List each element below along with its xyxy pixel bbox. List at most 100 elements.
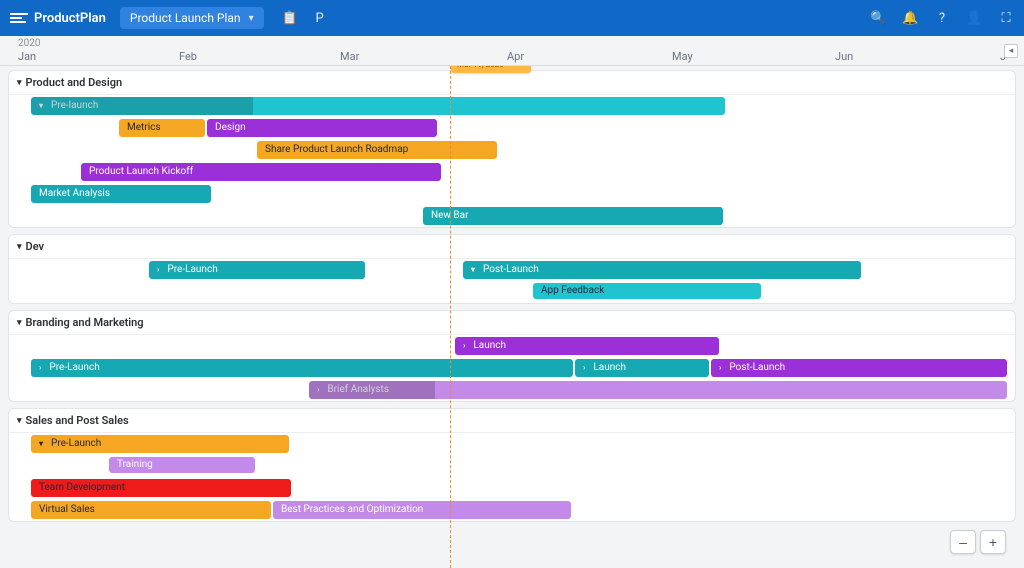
lane-row: Metrics Design xyxy=(9,117,1015,139)
timeline-bar[interactable]: Training xyxy=(109,457,255,473)
month-label: May xyxy=(672,50,693,63)
bar-label: Design xyxy=(215,119,246,137)
chevron-down-icon: ▾ xyxy=(471,261,475,279)
timeline-canvas[interactable]: Heavily mine beta data Mar 19, 2020 ▾Pro… xyxy=(0,66,1024,568)
timeline-bar[interactable]: › Launch xyxy=(575,359,709,377)
month-label: Jun xyxy=(835,50,853,63)
lane-row: › Brief Analysts xyxy=(9,379,1015,401)
chevron-down-icon: ▾ xyxy=(249,13,254,24)
lane-group: ▾ Dev ›Pre-Launch ▾ Post-LaunchApp Feedback xyxy=(8,234,1016,304)
lane-body: ›Launch›Pre-Launch›Launch›Post-Launch›Br… xyxy=(9,335,1015,401)
lane-row: Product Launch Kickoff xyxy=(9,161,1015,183)
chevron-right-icon: › xyxy=(463,337,465,355)
bar-label: Metrics xyxy=(127,119,161,137)
bar-label: Market Analysis xyxy=(39,185,110,203)
clipboard-icon[interactable]: 📋 xyxy=(282,11,298,26)
bar-label: Brief Analysts xyxy=(327,381,389,399)
lane-title: Dev xyxy=(26,240,45,253)
month-label: Jan xyxy=(18,50,36,63)
chevron-down-icon: ▾ xyxy=(17,242,22,252)
zoom-controls: – + xyxy=(950,530,1006,554)
lane-row: Share Product Launch Roadmap xyxy=(9,139,1015,161)
brand: ProductPlan xyxy=(10,11,106,26)
timeline-bar[interactable]: ›Launch xyxy=(455,337,719,355)
lane-row: Training xyxy=(9,455,1015,477)
timeline-bar[interactable]: New Bar xyxy=(423,207,723,225)
bar-label: Share Product Launch Roadmap xyxy=(265,141,408,159)
bar-label: Pre-Launch xyxy=(49,359,99,377)
bar-label: Virtual Sales xyxy=(39,501,95,519)
lane-body: ▾Pre-launch Metrics Design Share Product La… xyxy=(9,95,1015,227)
timeline-bar[interactable]: Design xyxy=(207,119,437,137)
user-icon[interactable]: 👤 xyxy=(966,11,982,26)
timeline-bar[interactable]: Market Analysis xyxy=(31,185,211,203)
lane-group: ▾Branding and Marketing›Launch›Pre-Launc… xyxy=(8,310,1016,402)
bar-label: Team Development xyxy=(39,479,125,497)
chevron-down-icon: ▾ xyxy=(17,416,22,426)
timeline-bar[interactable]: ▾ Pre-Launch xyxy=(31,435,289,453)
month-label: Mar xyxy=(340,50,359,63)
lane-row: App Feedback xyxy=(9,281,1015,303)
timeline-bar[interactable]: Team Development xyxy=(31,479,291,497)
brand-icon xyxy=(10,11,28,25)
chevron-down-icon: ▾ xyxy=(39,435,43,453)
bar-label: Launch xyxy=(593,359,626,377)
bar-label: Pre-launch xyxy=(51,97,98,115)
workspace: 2020 JanFebMarAprMayJunJ ◂ Heavily mine … xyxy=(0,36,1024,568)
timeline-bar[interactable]: App Feedback xyxy=(533,283,761,299)
brand-name: ProductPlan xyxy=(34,11,106,26)
bar-label: App Feedback xyxy=(541,283,604,299)
month-label: Apr xyxy=(507,50,524,63)
timeline-bar[interactable]: Share Product Launch Roadmap xyxy=(257,141,497,159)
bar-label: Best Practices and Optimization xyxy=(281,501,423,519)
bar-label: Training xyxy=(117,457,153,473)
timeline-collapse-button[interactable]: ◂ xyxy=(1004,44,1018,58)
timeline-bar[interactable]: ▾ Post-Launch xyxy=(463,261,861,279)
bar-label: New Bar xyxy=(431,207,469,225)
header-right: 🔍 🔔? 👤 ⛶ xyxy=(870,11,1014,26)
plan-select-label: Product Launch Plan xyxy=(130,11,241,25)
chevron-right-icon: › xyxy=(317,381,319,399)
chevron-right-icon: › xyxy=(583,359,585,377)
lane-row: ›Pre-Launch › Launch ›Post-Launch xyxy=(9,357,1015,379)
bar-label: Product Launch Kickoff xyxy=(89,163,193,181)
lane-header[interactable]: ▾ Dev xyxy=(9,235,1015,259)
lane-row: ▾Pre-launch xyxy=(9,95,1015,117)
timeline-bar[interactable]: ›Pre-Launch xyxy=(31,359,573,377)
bar-label: Pre-Launch xyxy=(51,435,101,453)
bar-label: Post-Launch xyxy=(483,261,539,279)
lane-group: ▾Product and Design ▾Pre-launch Metrics Des… xyxy=(8,70,1016,228)
lane-row: ›Pre-Launch ▾ Post-Launch xyxy=(9,259,1015,281)
present-icon[interactable]: P xyxy=(312,11,328,26)
lane-header[interactable]: ▾Product and Design xyxy=(9,71,1015,95)
month-label: Feb xyxy=(179,50,197,63)
search-icon[interactable]: 🔍 xyxy=(870,11,886,26)
topbar: ProductPlan Product Launch Plan ▾ 📋P 🔍🔔?… xyxy=(0,0,1024,36)
timeline-bar[interactable]: ›Post-Launch xyxy=(711,359,1007,377)
timeline-bar[interactable]: ›Pre-Launch xyxy=(149,261,365,279)
timeline-bar[interactable]: Product Launch Kickoff xyxy=(81,163,441,181)
lane-group: ▾ Sales and Post Sales ▾ Pre-Launch Training… xyxy=(8,408,1016,522)
bell-icon[interactable]: 🔔 xyxy=(902,11,918,26)
plan-select[interactable]: Product Launch Plan ▾ xyxy=(120,7,264,29)
lane-row: Virtual Sales Best Practices and Optimiza… xyxy=(9,499,1015,521)
lane-body: ▾ Pre-Launch Training Team Development Virtu… xyxy=(9,433,1015,521)
lane-title: Branding and Marketing xyxy=(26,316,144,329)
zoom-in-button[interactable]: + xyxy=(980,530,1006,554)
timeline-bar[interactable]: Metrics xyxy=(119,119,205,137)
expand-icon[interactable]: ⛶ xyxy=(998,11,1014,26)
zoom-out-button[interactable]: – xyxy=(950,530,976,554)
lane-header[interactable]: ▾ Sales and Post Sales xyxy=(9,409,1015,433)
timeline-bar[interactable]: Virtual Sales xyxy=(31,501,271,519)
help-icon[interactable]: ? xyxy=(934,11,950,26)
timeline-bar[interactable]: Best Practices and Optimization xyxy=(273,501,571,519)
lane-row: ›Launch xyxy=(9,335,1015,357)
lane-row: ▾ Pre-Launch xyxy=(9,433,1015,455)
lane-title: Product and Design xyxy=(26,76,123,89)
timeline-bar[interactable]: › Brief Analysts xyxy=(309,381,1007,399)
timeline-bar[interactable]: ▾Pre-launch xyxy=(31,97,725,115)
bar-label: Post-Launch xyxy=(729,359,785,377)
lane-header[interactable]: ▾Branding and Marketing xyxy=(9,311,1015,335)
lane-title: Sales and Post Sales xyxy=(26,414,129,427)
header-tools: 📋P xyxy=(282,11,328,26)
